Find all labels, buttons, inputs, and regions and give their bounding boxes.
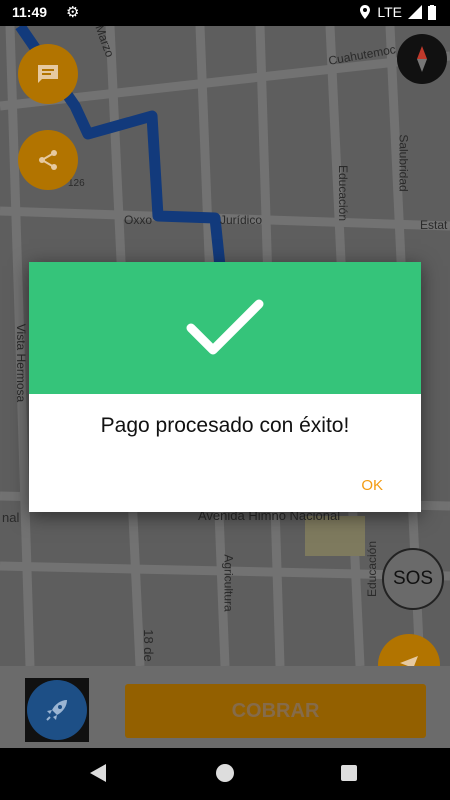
status-icons: LTE	[359, 4, 436, 20]
dialog-message: Pago procesado con éxito!	[100, 414, 350, 437]
map-label-estat: Estat	[420, 218, 448, 232]
map-label-oxxo: Oxxo	[124, 213, 153, 227]
network-type: LTE	[377, 4, 402, 20]
chat-icon	[38, 65, 58, 83]
compass-icon	[417, 46, 427, 72]
home-icon[interactable]	[216, 764, 234, 782]
location-icon	[360, 5, 371, 19]
success-dialog: Pago procesado con éxito! OK	[29, 262, 421, 512]
settings-gear-icon: ⚙	[66, 4, 80, 21]
status-bar: 11:49 ⚙ LTE	[0, 0, 450, 26]
rocket-icon	[46, 700, 67, 721]
signal-icon	[408, 5, 422, 19]
share-icon	[39, 150, 57, 170]
back-icon[interactable]	[90, 764, 106, 782]
battery-icon	[428, 4, 436, 20]
status-time: 11:49	[12, 4, 48, 20]
map-label-educacion-bottom: Educación	[365, 540, 380, 598]
compass-button[interactable]	[397, 34, 447, 84]
map-label-juridico: Jurídico	[220, 213, 263, 227]
map-label-educacion-top: Educación	[336, 164, 351, 222]
checkmark-icon	[186, 299, 264, 355]
map-label-vista-hermosa: Vista Hermosa	[14, 323, 29, 403]
dialog-ok-button[interactable]: OK	[361, 477, 383, 494]
cobrar-button[interactable]: COBRAR	[125, 684, 426, 738]
map-label-18: 18 de	[140, 629, 156, 662]
rocket-badge	[27, 680, 87, 740]
map-label-salubridad: Salubridad	[396, 134, 411, 192]
share-button[interactable]	[18, 130, 78, 190]
chat-button[interactable]	[18, 44, 78, 104]
dialog-header	[29, 262, 421, 394]
rocket-button[interactable]	[25, 678, 89, 742]
sos-button[interactable]: SOS	[382, 548, 444, 610]
map-label-agricultura: Agricultura	[221, 554, 236, 612]
recent-apps-icon[interactable]	[341, 765, 357, 781]
map-label-nal: nal	[2, 510, 20, 525]
